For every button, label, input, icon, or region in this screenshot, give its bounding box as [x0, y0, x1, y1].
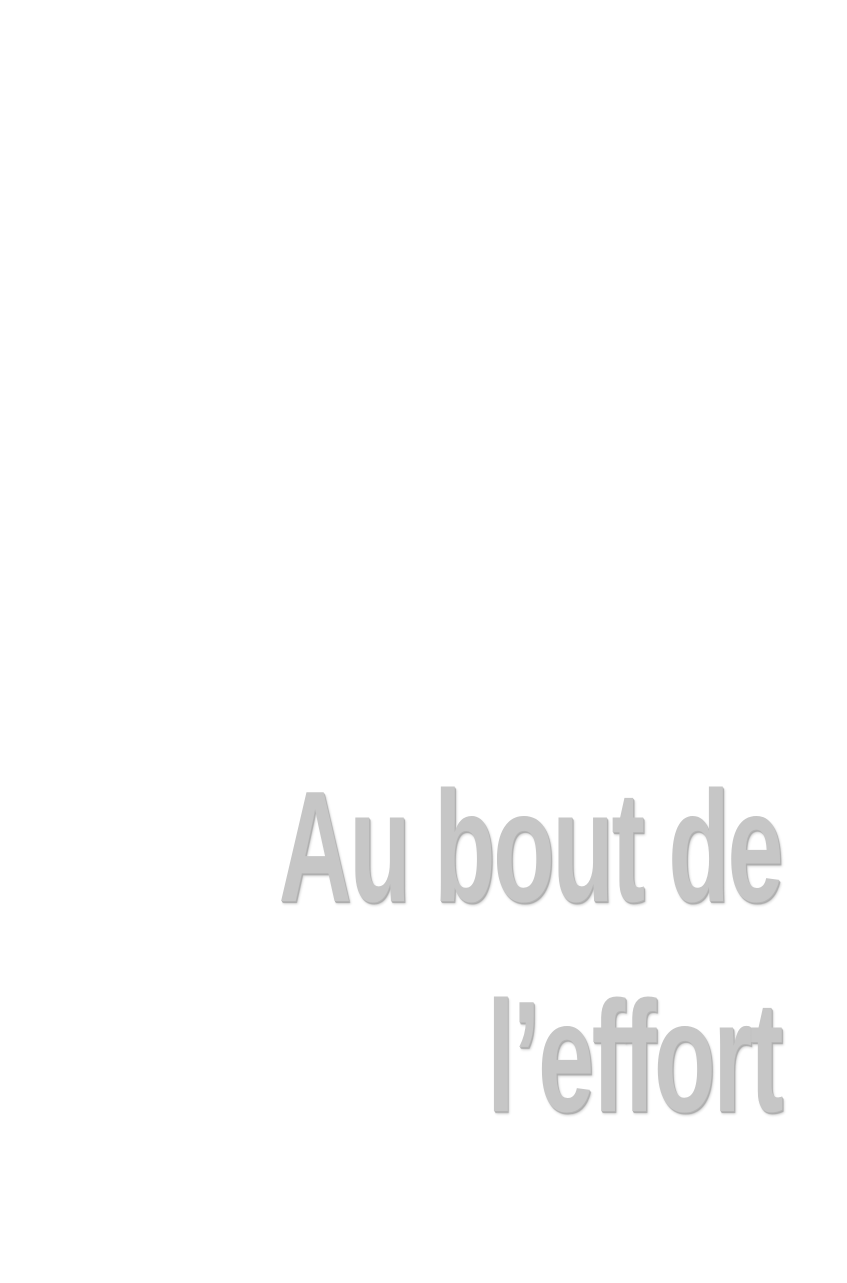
- title-line-2: l’effort: [486, 969, 784, 1145]
- cover-title: Au bout de l’effort: [0, 742, 784, 1162]
- book-cover-page: Au bout de l’effort: [0, 0, 847, 1283]
- title-line-1: Au bout de: [278, 759, 784, 935]
